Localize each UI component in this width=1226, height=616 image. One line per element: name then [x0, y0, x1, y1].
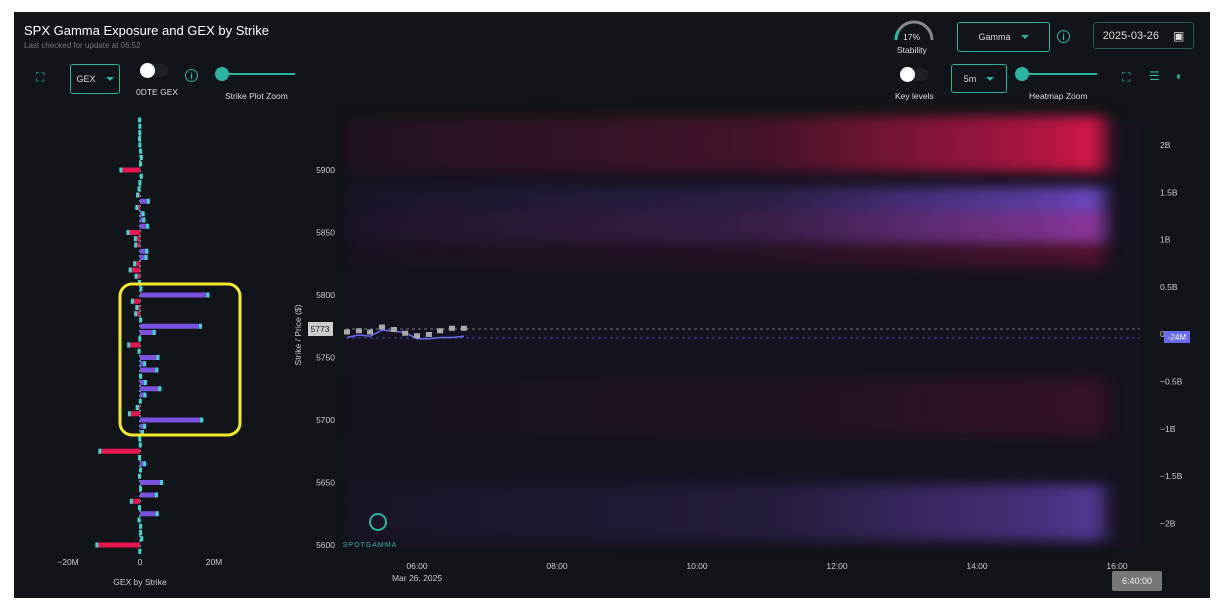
right-tick: −1B — [1160, 424, 1176, 434]
right-tick: −1.5B — [1160, 471, 1183, 481]
heatmap-band — [346, 379, 1116, 436]
y-tick: 5600 — [316, 540, 335, 550]
right-tick: −2B — [1160, 518, 1176, 528]
right-tick: 1.5B — [1160, 187, 1178, 197]
price-candle — [367, 329, 374, 335]
y-tick: 5850 — [316, 228, 335, 238]
y-tick: 5700 — [316, 415, 335, 425]
y-tick: 5800 — [316, 290, 335, 300]
right-tick: −0.5B — [1160, 377, 1183, 387]
gex-marker-value: -24M — [1168, 333, 1187, 342]
right-tick: 2B — [1160, 140, 1171, 150]
x-tick: 14:00 — [966, 561, 988, 571]
y-tick: 5750 — [316, 353, 335, 363]
x-tick: 10:00 — [686, 561, 708, 571]
y-tick: 5900 — [316, 165, 335, 175]
price-candle — [437, 328, 444, 334]
x-tick: 08:00 — [546, 561, 568, 571]
heatmap-band — [346, 115, 1116, 172]
spot-price-value: 5773 — [311, 324, 330, 334]
price-candle — [344, 329, 350, 335]
price-candle — [402, 330, 409, 336]
right-tick: 1B — [1160, 235, 1171, 245]
price-candle — [425, 332, 432, 337]
y-axis-label: Strike / Price ($) — [293, 304, 303, 365]
price-candle — [449, 325, 455, 331]
price-candle — [390, 327, 397, 332]
x-tick: 12:00 — [826, 561, 848, 571]
x-tick: 16:00 — [1106, 561, 1128, 571]
price-candle — [379, 324, 385, 330]
cursor-time-value: 6:40:00 — [1122, 576, 1152, 586]
y-tick: 5650 — [316, 478, 335, 488]
svg-text:SPOTGAMMA: SPOTGAMMA — [343, 542, 398, 549]
price-candle — [414, 333, 420, 339]
heatmap-band — [346, 210, 1116, 267]
x-tick: 06:00 — [406, 561, 428, 571]
x-date-label: Mar 26, 2025 — [392, 573, 442, 583]
heatmap-band — [346, 484, 1116, 541]
price-candle — [460, 325, 467, 331]
heatmap-background — [346, 122, 1140, 548]
gamma-heatmap[interactable]: 5900 5850 5800 5750 5700 5650 5600 2B 1.5B 1B 0.5B… — [0, 0, 1226, 616]
right-tick: 0.5B — [1160, 282, 1178, 292]
price-candle — [355, 328, 362, 334]
